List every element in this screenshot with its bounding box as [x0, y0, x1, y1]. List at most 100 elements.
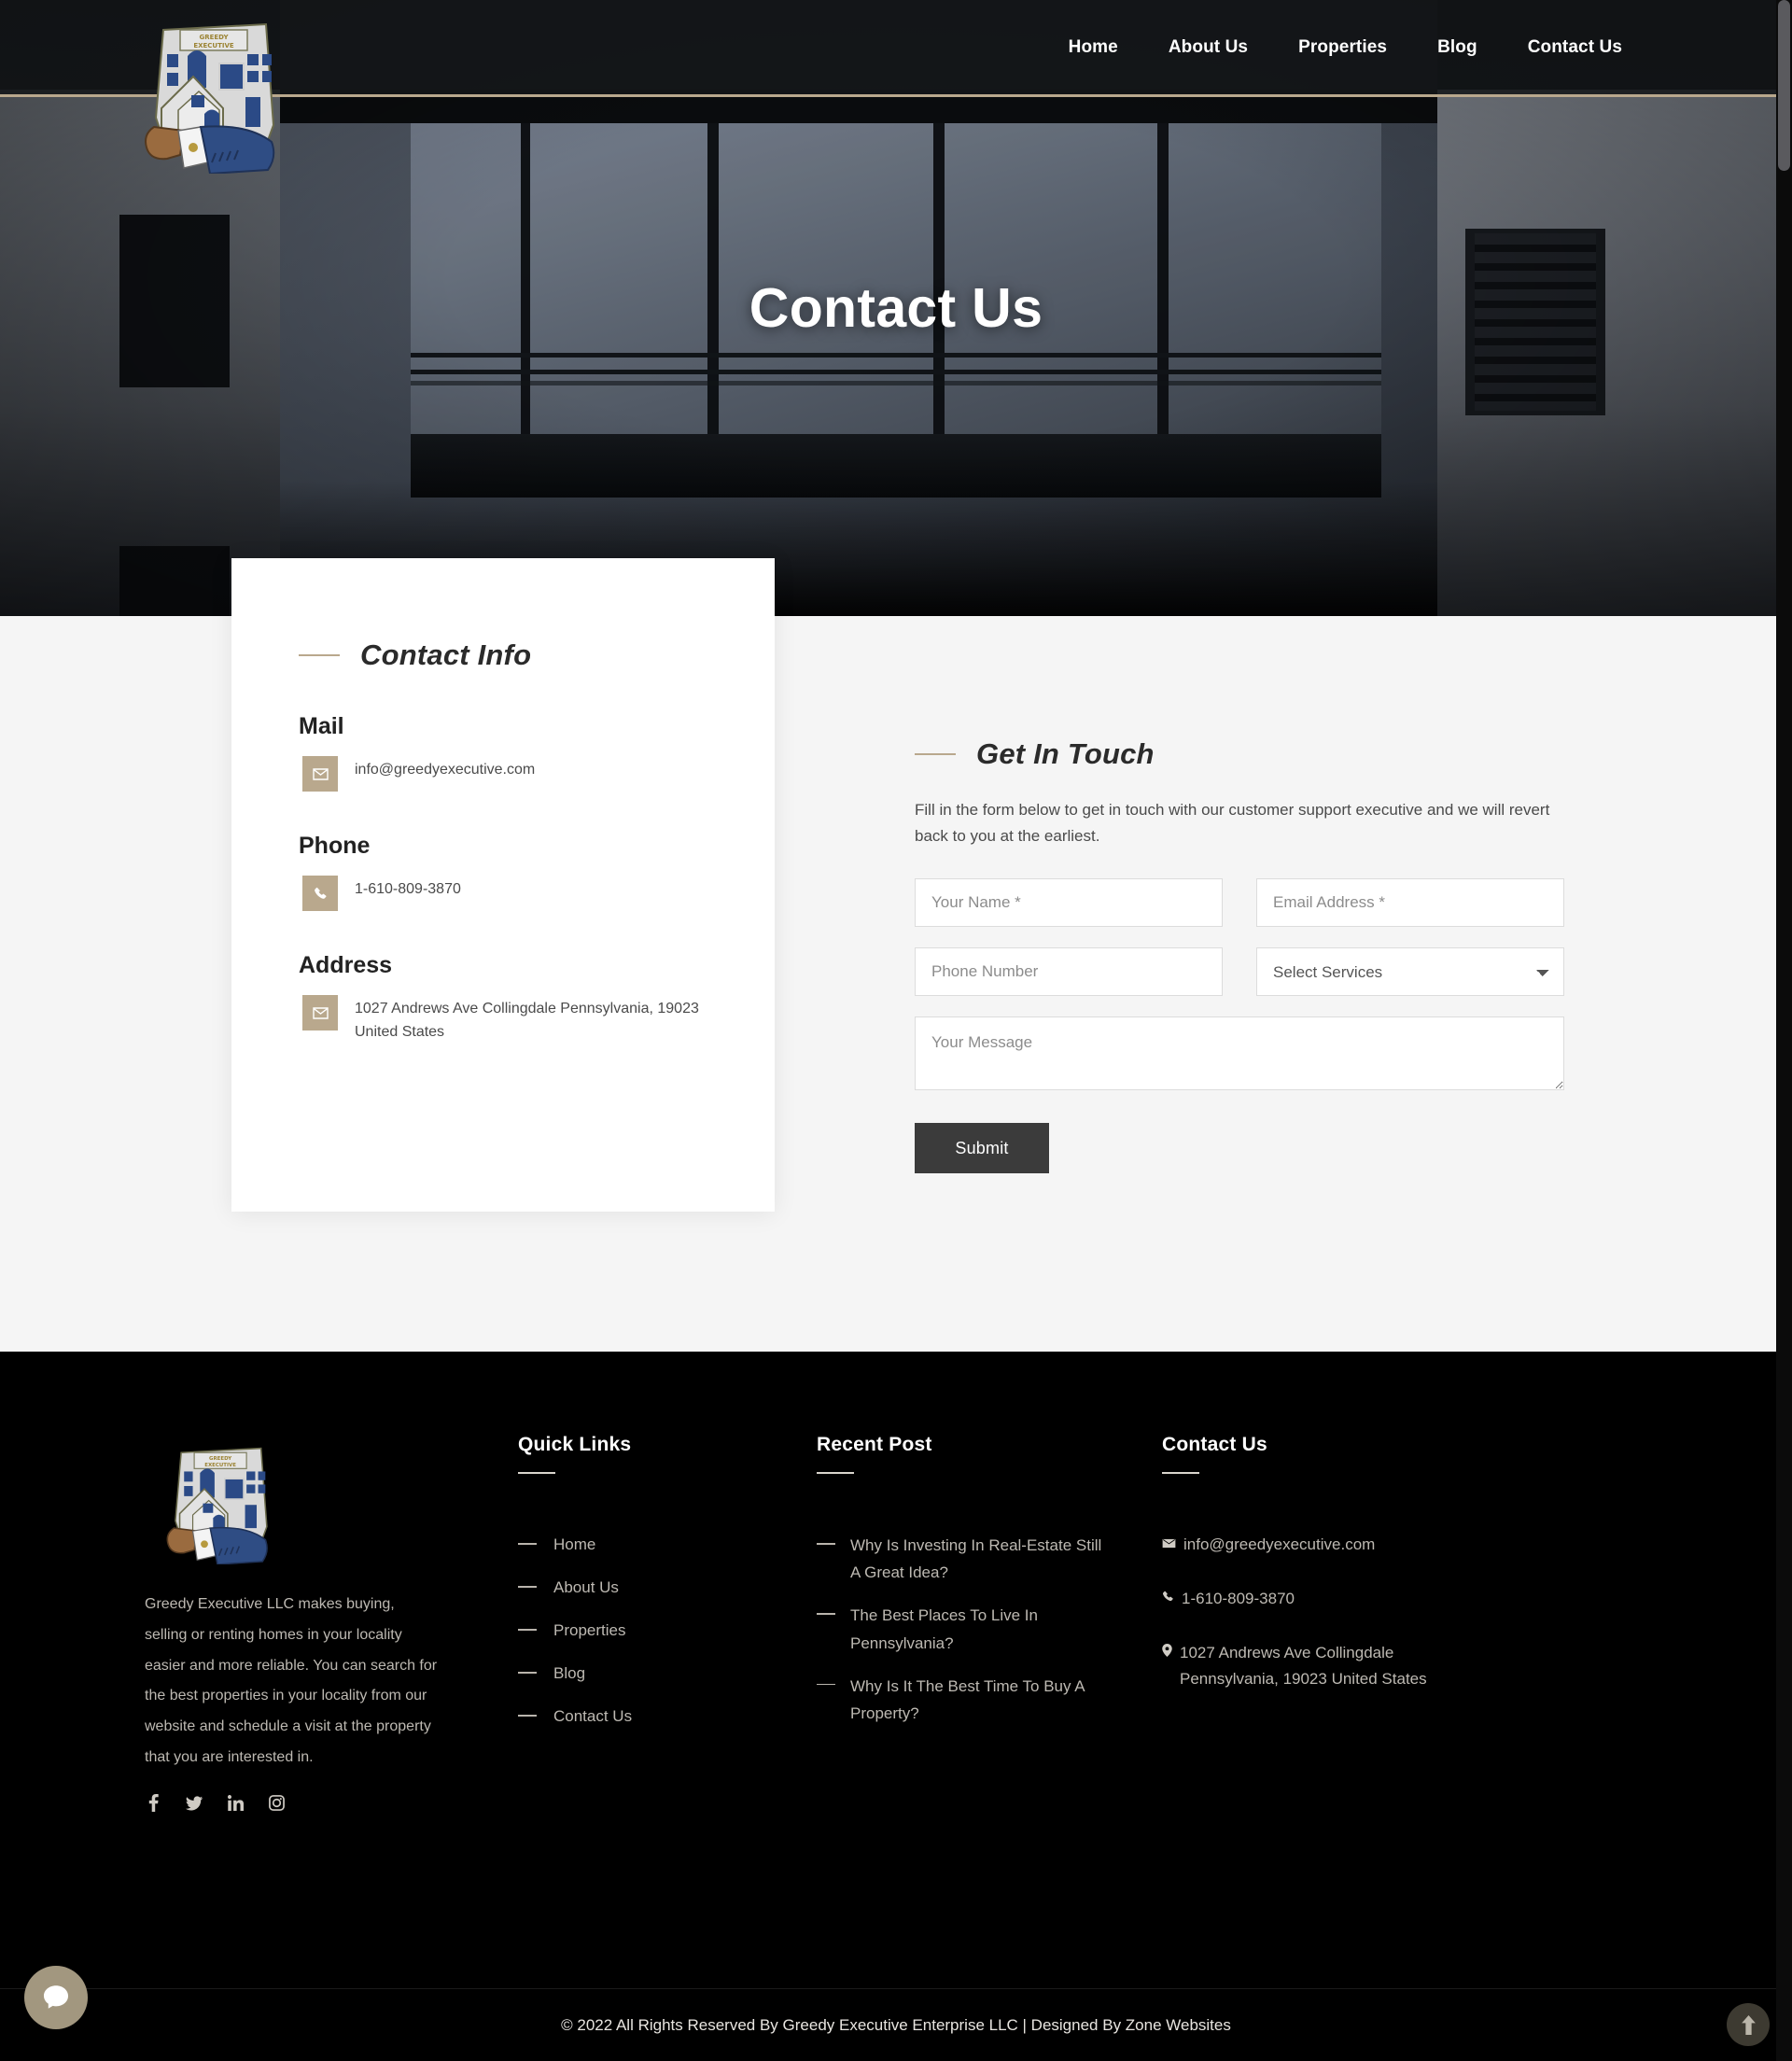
phone-icon: [1162, 1588, 1174, 1611]
main-content: Contact Info Mail info@greedyexecutive.c…: [0, 558, 1792, 1352]
contact-block-address: Address 1027 Andrews Ave Collingdale Pen…: [299, 952, 722, 1045]
footer-email-row[interactable]: info@greedyexecutive.com: [1162, 1532, 1442, 1558]
list-item[interactable]: Contact Us: [518, 1703, 817, 1730]
dash-icon: [817, 1683, 835, 1686]
footer-brand-column: GREEDY EXECUTIVE Greedy Executive LLC ma…: [145, 1434, 518, 1813]
recent-post-1[interactable]: Why Is Investing In Real-Estate Still A …: [850, 1532, 1102, 1586]
greedy-executive-logo-icon: GREEDY EXECUTIVE: [166, 1447, 268, 1565]
contact-block-phone: Phone 1-610-809-3870: [299, 833, 722, 911]
envelope-icon: [302, 995, 338, 1030]
greedy-executive-logo-icon: GREEDY EXECUTIVE: [145, 22, 275, 174]
page-root: Contact Us GREEDY EXECUTIVE Home About U…: [0, 0, 1792, 2061]
nav-item-properties[interactable]: Properties: [1273, 28, 1412, 67]
address-label: Address: [299, 952, 393, 978]
contact-block-mail: Mail info@greedyexecutive.com: [299, 713, 722, 792]
envelope-icon: [302, 756, 338, 792]
phone-label: Phone: [299, 833, 371, 859]
svg-text:EXECUTIVE: EXECUTIVE: [204, 1463, 236, 1468]
contact-info-title: Contact Info: [360, 638, 532, 671]
contact-form[interactable]: Select Services: [915, 878, 1568, 1095]
mail-label: Mail: [299, 713, 344, 739]
list-item[interactable]: About Us: [518, 1575, 817, 1601]
quick-link-contact-us[interactable]: Contact Us: [553, 1703, 632, 1730]
quick-link-properties[interactable]: Properties: [553, 1618, 625, 1644]
twitter-icon[interactable]: [186, 1794, 203, 1813]
main-navigation[interactable]: Home About Us Properties Blog Contact Us: [1043, 28, 1647, 67]
site-header: GREEDY EXECUTIVE Home About Us Propertie…: [0, 0, 1792, 174]
get-in-touch-section: Get In Touch Fill in the form below to g…: [915, 737, 1568, 1174]
chat-widget-button[interactable]: [24, 1966, 88, 2029]
envelope-icon: [1162, 1534, 1176, 1557]
footer-phone: 1-610-809-3870: [1182, 1590, 1295, 1608]
services-select[interactable]: Select Services: [1256, 947, 1564, 997]
nav-item-contact-us[interactable]: Contact Us: [1503, 28, 1647, 67]
nav-item-blog[interactable]: Blog: [1412, 28, 1503, 67]
page-title: Contact Us: [749, 277, 1043, 339]
quick-link-home[interactable]: Home: [553, 1532, 595, 1558]
quick-link-about-us[interactable]: About Us: [553, 1575, 619, 1601]
site-logo[interactable]: GREEDY EXECUTIVE: [126, 6, 294, 174]
contact-info-heading: Contact Info: [299, 638, 722, 672]
address-row[interactable]: 1027 Andrews Ave Collingdale Pennsylvani…: [299, 992, 722, 1045]
footer-quick-links-column: Quick Links Home About Us Properties Blo…: [518, 1434, 817, 1813]
get-in-touch-title: Get In Touch: [976, 737, 1155, 770]
phone-input[interactable]: [915, 947, 1223, 997]
footer-address-row: 1027 Andrews Ave Collingdale Pennsylvani…: [1162, 1640, 1442, 1692]
copyright-text: © 2022 All Rights Reserved By Greedy Exe…: [561, 2015, 1231, 2034]
list-item[interactable]: Why Is It The Best Time To Buy A Propert…: [817, 1673, 1162, 1727]
linkedin-icon[interactable]: [227, 1794, 244, 1813]
footer-email: info@greedyexecutive.com: [1183, 1535, 1376, 1553]
name-input[interactable]: [915, 878, 1223, 928]
submit-button[interactable]: Submit: [915, 1123, 1049, 1174]
quick-links-list: Home About Us Properties Blog Contact Us: [518, 1532, 817, 1730]
list-item[interactable]: Home: [518, 1532, 817, 1558]
recent-post-3[interactable]: Why Is It The Best Time To Buy A Propert…: [850, 1673, 1102, 1727]
footer-address: 1027 Andrews Ave Collingdale Pennsylvani…: [1180, 1644, 1427, 1689]
address-value: 1027 Andrews Ave Collingdale Pennsylvani…: [355, 1001, 699, 1040]
list-item[interactable]: Why Is Investing In Real-Estate Still A …: [817, 1532, 1162, 1586]
form-intro-text: Fill in the form below to get in touch w…: [915, 801, 1550, 845]
phone-row[interactable]: 1-610-809-3870: [299, 873, 722, 911]
nav-item-about-us[interactable]: About Us: [1143, 28, 1273, 67]
dash-icon: [518, 1586, 537, 1588]
chat-bubble-icon: [43, 1985, 69, 2009]
dash-icon: [518, 1629, 537, 1631]
list-item[interactable]: Properties: [518, 1618, 817, 1644]
scroll-to-top-button[interactable]: [1727, 2003, 1770, 2046]
recent-post-2[interactable]: The Best Places To Live In Pennsylvania?: [850, 1602, 1102, 1656]
scrollbar-thumb[interactable]: [1778, 0, 1790, 171]
dash-icon: [817, 1543, 835, 1545]
heading-rule: [817, 1472, 854, 1474]
message-textarea[interactable]: [915, 1016, 1564, 1091]
map-pin-icon: [1162, 1642, 1172, 1665]
nav-item-home[interactable]: Home: [1043, 28, 1143, 67]
email-input[interactable]: [1256, 878, 1564, 928]
svg-text:EXECUTIVE: EXECUTIVE: [193, 42, 234, 49]
instagram-icon[interactable]: [268, 1794, 285, 1813]
phone-value: 1-610-809-3870: [355, 881, 461, 897]
contact-info-card: Contact Info Mail info@greedyexecutive.c…: [231, 558, 775, 1212]
footer-description: Greedy Executive LLC makes buying, selli…: [145, 1596, 438, 1765]
quick-link-blog[interactable]: Blog: [553, 1661, 585, 1687]
mail-row[interactable]: info@greedyexecutive.com: [299, 753, 722, 792]
mail-value: info@greedyexecutive.com: [355, 762, 536, 778]
footer-recent-post-column: Recent Post Why Is Investing In Real-Est…: [817, 1434, 1162, 1813]
heading-dash: [915, 753, 956, 755]
phone-icon: [302, 876, 338, 911]
footer-contact-details: info@greedyexecutive.com 1-610-809-3870 …: [1162, 1532, 1535, 1692]
footer-social-links[interactable]: [145, 1794, 471, 1813]
footer-phone-row[interactable]: 1-610-809-3870: [1162, 1586, 1442, 1612]
page-scrollbar[interactable]: [1776, 0, 1792, 2061]
recent-post-list: Why Is Investing In Real-Estate Still A …: [817, 1532, 1162, 1727]
footer-contact-column: Contact Us info@greedyexecutive.com 1-61…: [1162, 1434, 1535, 1813]
site-footer: GREEDY EXECUTIVE Greedy Executive LLC ma…: [0, 1352, 1792, 2061]
facebook-icon[interactable]: [145, 1794, 161, 1813]
heading-rule: [1162, 1472, 1199, 1474]
get-in-touch-heading: Get In Touch: [915, 737, 1568, 771]
dash-icon: [518, 1715, 537, 1717]
dash-icon: [518, 1543, 537, 1545]
list-item[interactable]: The Best Places To Live In Pennsylvania?: [817, 1602, 1162, 1656]
copyright-bar: © 2022 All Rights Reserved By Greedy Exe…: [0, 1988, 1792, 2061]
list-item[interactable]: Blog: [518, 1661, 817, 1687]
dash-icon: [518, 1672, 537, 1674]
